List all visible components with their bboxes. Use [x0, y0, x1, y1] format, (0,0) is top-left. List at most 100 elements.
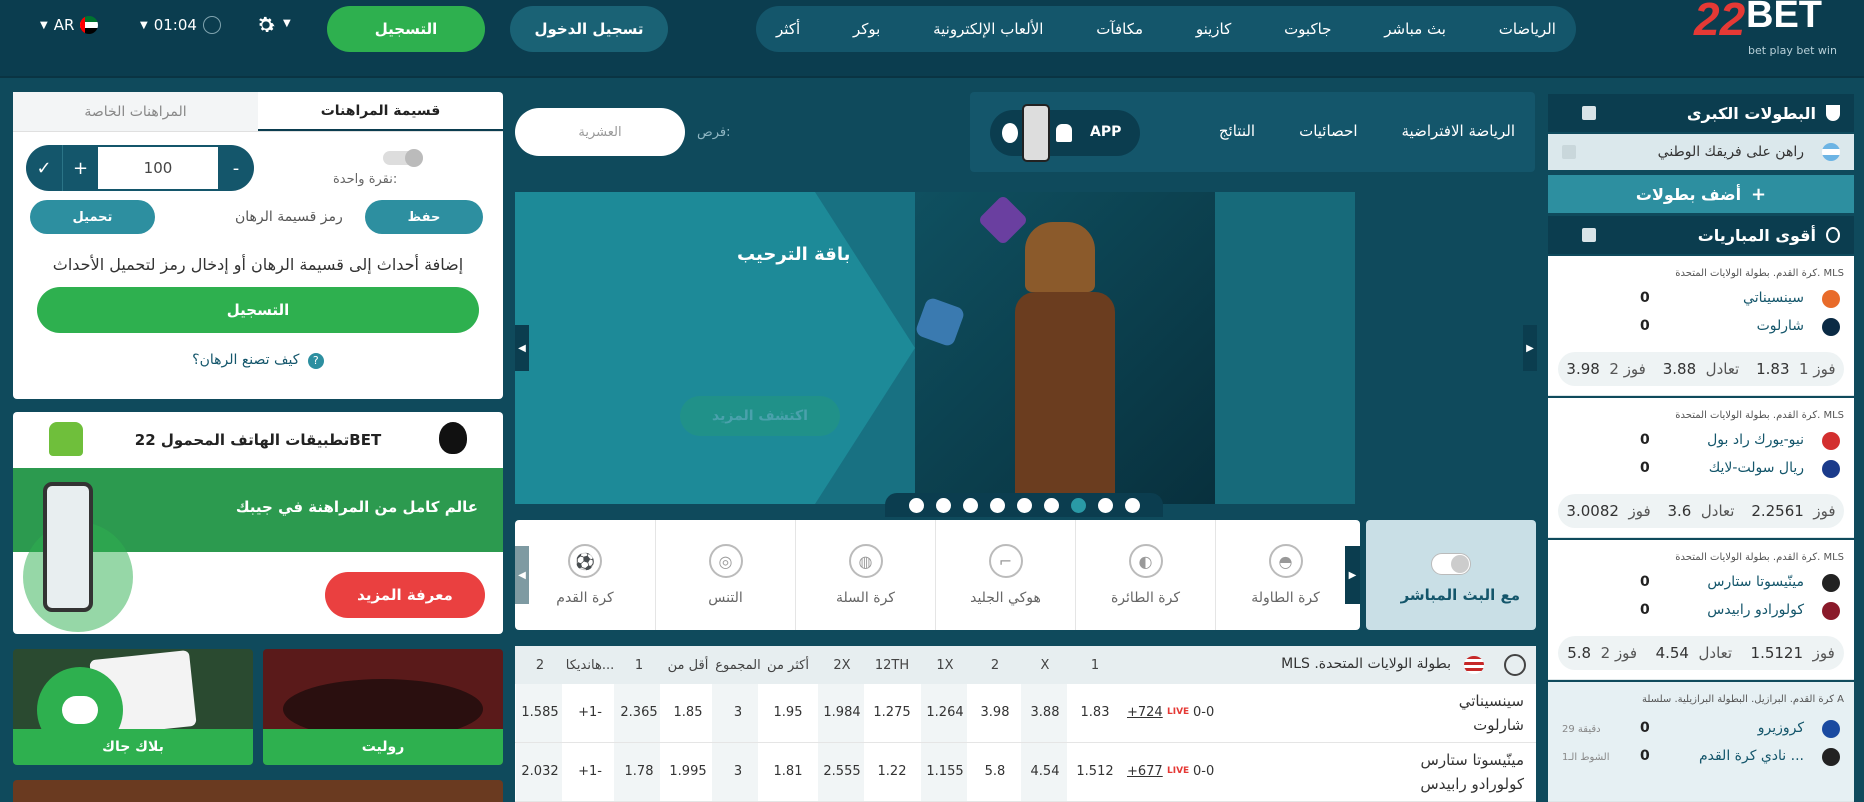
live-filter[interactable]: مع البث المباشر	[1366, 520, 1536, 630]
more-markets-link[interactable]: +724	[1127, 705, 1163, 720]
plus-button[interactable]: +	[62, 145, 98, 191]
odd-cell[interactable]: 1.155	[920, 764, 970, 779]
banner-dot[interactable]	[1043, 497, 1059, 513]
odd-w1[interactable]: فوز 2.2561	[1751, 502, 1835, 520]
clock[interactable]: ▼ 01:04	[140, 16, 221, 34]
collapse-icon[interactable]	[1582, 228, 1596, 242]
national-team-item[interactable]: راهن على فريقك الوطني	[1548, 134, 1854, 170]
tab-my-bets[interactable]: المراهنات الخاصة	[13, 92, 258, 131]
odd-cell[interactable]: 3	[713, 764, 763, 779]
language-selector[interactable]: ▼ AR	[40, 16, 99, 34]
live-toggle[interactable]	[1431, 553, 1471, 575]
odd-w2[interactable]: فوز 2 5.8	[1567, 644, 1637, 662]
top-match-card[interactable]: كرة القدم. بطولة الولايات المتحدة. MLS س…	[1548, 256, 1854, 396]
check-icon[interactable]: ✓	[26, 145, 62, 191]
sport-tennis[interactable]: ◎ التنس	[655, 520, 795, 630]
odd-cell[interactable]: 1.81	[763, 764, 813, 779]
banner-dot[interactable]	[1124, 497, 1140, 513]
banner-dot[interactable]	[908, 497, 924, 513]
nav-jackpot[interactable]: جاكبوت	[1284, 20, 1331, 38]
nav-casino[interactable]: كازينو	[1196, 20, 1231, 38]
logo[interactable]: 22 BET bet play bet win	[1694, 0, 1844, 62]
sport-volleyball[interactable]: ◐ كرة الطائرة	[1075, 520, 1215, 630]
top-match-card[interactable]: كرة القدم. بطولة الولايات المتحدة. MLS ن…	[1548, 398, 1854, 538]
app-download-button[interactable]: APP	[990, 104, 1140, 162]
learn-more-button[interactable]: معرفة المزيد	[325, 572, 485, 618]
odd-cell[interactable]: 1.95	[763, 705, 813, 720]
nav-sports[interactable]: الرياضات	[1499, 20, 1556, 38]
table-row[interactable]: مينّيسوتا ستارس كولورادو رابيدس 0-0 LIVE…	[515, 743, 1536, 802]
chevron-down-icon[interactable]	[1562, 145, 1576, 159]
load-button[interactable]: تحميل	[30, 200, 155, 234]
team-away[interactable]: شارلوت	[1473, 716, 1524, 734]
odd-cell[interactable]: 1.585	[515, 705, 565, 720]
top-tournaments-header[interactable]: البطولات الكبرى	[1548, 94, 1854, 132]
odd-cell[interactable]: 3.88	[1020, 705, 1070, 720]
chat-icon[interactable]	[37, 667, 123, 753]
odd-draw[interactable]: تعادل 4.54	[1656, 644, 1733, 662]
odd-cell[interactable]: 1.22	[867, 764, 917, 779]
odd-w2[interactable]: فوز 3.0082	[1566, 502, 1650, 520]
odd-cell[interactable]: 5.8	[970, 764, 1020, 779]
login-button[interactable]: تسجيل الدخول	[510, 6, 668, 52]
odd-cell[interactable]: 1.83	[1070, 705, 1120, 720]
odd-w2[interactable]: فوز 2 3.98	[1566, 360, 1645, 378]
banner-dot[interactable]	[989, 497, 1005, 513]
sport-table-tennis[interactable]: ◓ كرة الطاولة	[1215, 520, 1355, 630]
team-home[interactable]: سينسيناتي	[1459, 692, 1524, 710]
tile-next-partial[interactable]	[13, 780, 503, 802]
banner-dot[interactable]	[1097, 497, 1113, 513]
odd-cell[interactable]: 1.78	[614, 764, 664, 779]
team-home[interactable]: مينّيسوتا ستارس	[1421, 751, 1524, 769]
banner-dot[interactable]	[962, 497, 978, 513]
banner-cta[interactable]: اكتشف المزيد	[680, 396, 840, 436]
howto-link[interactable]: كيف تصنع الرهان؟ ?	[13, 352, 503, 369]
odds-format-select[interactable]: العشرية	[515, 108, 685, 156]
odd-cell[interactable]: 1.512	[1070, 764, 1120, 779]
odd-cell[interactable]: 2.555	[817, 764, 867, 779]
nav-esports[interactable]: الألعاب الإلكترونية	[933, 20, 1043, 38]
odd-cell[interactable]: 3.98	[970, 705, 1020, 720]
apple-icon[interactable]	[439, 422, 467, 454]
odd-cell[interactable]: 1.264	[920, 705, 970, 720]
table-row[interactable]: سينسيناتي شارلوت 0-0 LIVE +724 1.83 3.88…	[515, 684, 1536, 743]
android-icon[interactable]	[49, 422, 83, 456]
gear-icon[interactable]	[255, 14, 277, 36]
minus-button[interactable]: -	[218, 145, 254, 191]
banner-dot[interactable]	[1016, 497, 1032, 513]
nav-more[interactable]: أكثر	[776, 20, 800, 38]
banner-dot[interactable]	[935, 497, 951, 513]
odd-cell[interactable]: 3	[713, 705, 763, 720]
more-markets-link[interactable]: +677	[1127, 764, 1163, 779]
stake-input[interactable]: 100	[98, 147, 218, 189]
settings-chevron-icon[interactable]: ▼	[283, 18, 291, 29]
top-matches-header[interactable]: أقوى المباريات	[1548, 216, 1854, 254]
top-match-card[interactable]: كرة القدم. بطولة الولايات المتحدة. MLS م…	[1548, 540, 1854, 680]
subnav-statistics[interactable]: احصائيات	[1299, 122, 1357, 140]
sport-ice-hockey[interactable]: ⌐ هوكي الجليد	[935, 520, 1075, 630]
top-match-card[interactable]: كرة القدم. البرازيل. البطولة البرازيلية.…	[1548, 682, 1854, 802]
add-tournaments-button[interactable]: أضف بطولات +	[1548, 175, 1854, 213]
odd-draw[interactable]: تعادل 3.88	[1663, 360, 1740, 378]
sport-basketball[interactable]: ◍ كرة السلة	[795, 520, 935, 630]
team-away[interactable]: كولورادو رابيدس	[1420, 775, 1524, 793]
odd-cell[interactable]: +1-	[565, 764, 615, 779]
sport-football[interactable]: ⚽ كرة القدم	[515, 520, 655, 630]
nav-bonuses[interactable]: مكافآت	[1096, 20, 1143, 38]
odd-w1[interactable]: فوز 1.5121	[1751, 644, 1835, 662]
odd-w1[interactable]: فوز 1 1.83	[1756, 360, 1835, 378]
one-click-toggle[interactable]	[383, 149, 423, 167]
tab-betslip[interactable]: قسيمة المراهنات	[258, 92, 503, 131]
sports-right-arrow[interactable]: ▶	[1345, 546, 1360, 604]
nav-live[interactable]: بث مباشر	[1384, 20, 1446, 38]
banner-next-arrow[interactable]: ▶	[1523, 325, 1537, 371]
odd-cell[interactable]: 2.365	[614, 705, 664, 720]
subnav-virtual-sports[interactable]: الرياضة الافتراضية	[1402, 122, 1515, 140]
collapse-icon[interactable]	[1582, 106, 1596, 120]
subnav-results[interactable]: النتائج	[1219, 122, 1255, 140]
banner-prev-arrow[interactable]: ◀	[515, 325, 529, 371]
odd-cell[interactable]: 1.995	[663, 764, 713, 779]
tile-roulette[interactable]: روليت	[263, 649, 503, 765]
odd-cell[interactable]: 2.032	[515, 764, 565, 779]
banner-dot-active[interactable]	[1070, 497, 1086, 513]
